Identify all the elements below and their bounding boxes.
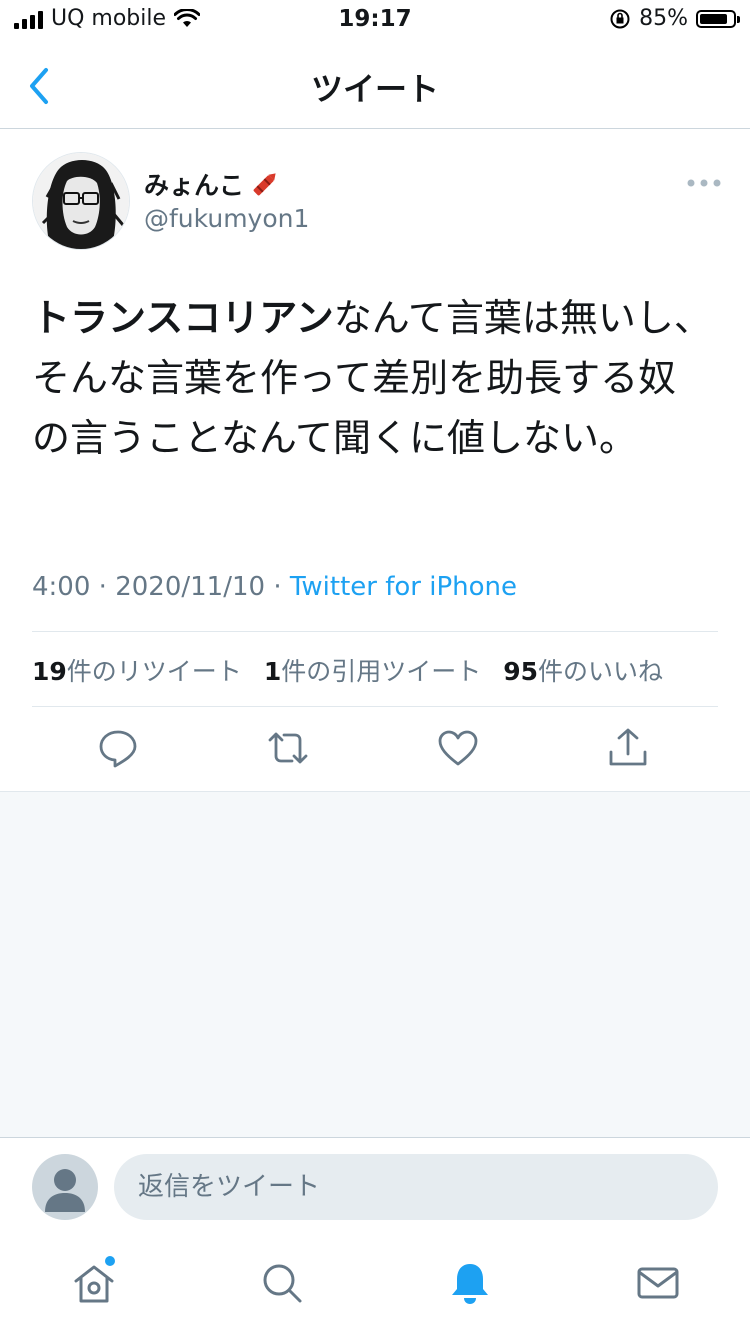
tweet-time: 4:00 — [32, 572, 91, 602]
likes-label: 件のいいね — [538, 657, 664, 686]
home-icon[interactable] — [70, 1259, 118, 1307]
quotes-label: 件の引用ツイート — [281, 657, 482, 686]
likes-stat[interactable]: 95件のいいね — [503, 652, 663, 688]
tweet-stats: 19件のリツイート 1件の引用ツイート 95件のいいね — [32, 652, 663, 688]
share-icon[interactable] — [606, 726, 650, 770]
divider — [32, 706, 718, 707]
retweet-icon[interactable] — [266, 726, 310, 770]
author-handle: @fukumyon1 — [144, 204, 310, 233]
more-icon[interactable] — [686, 178, 722, 188]
reply-icon[interactable] — [96, 726, 140, 770]
tweet-meta: 4:00 · 2020/11/10 · Twitter for iPhone — [32, 572, 517, 602]
new-activity-dot — [105, 1256, 115, 1266]
quotes-count: 1 — [263, 657, 282, 686]
tweet-text: トランスコリアンなんて言葉は無いし、そんな言葉を作って差別を助長する奴の言うこと… — [32, 288, 712, 468]
tweet-actions — [0, 726, 750, 790]
tweet-author: みょんこ @fukumyon1 — [32, 152, 722, 252]
reply-input[interactable]: 返信をツイート — [114, 1154, 718, 1220]
retweets-stat[interactable]: 19件のリツイート — [32, 652, 242, 688]
reply-bar: 返信をツイート — [0, 1137, 750, 1238]
divider — [32, 631, 718, 632]
battery-icon — [696, 9, 740, 28]
likes-count: 95 — [503, 657, 539, 686]
page-title: ツイート — [310, 70, 439, 108]
author-name[interactable]: みょんこ — [144, 166, 282, 202]
status-right: 85% — [609, 6, 740, 31]
nav-bar: ツイート — [0, 42, 750, 129]
battery-percent: 85% — [639, 6, 688, 31]
tweet-date: 2020/11/10 — [115, 572, 266, 602]
retweets-label: 件のリツイート — [66, 657, 242, 686]
meta-separator: · — [98, 572, 107, 602]
heart-icon[interactable] — [436, 726, 480, 770]
meta-separator: · — [273, 572, 282, 602]
tweet-client-link[interactable]: Twitter for iPhone — [290, 572, 517, 602]
tab-bar — [0, 1237, 750, 1334]
avatar[interactable] — [32, 1154, 98, 1220]
rotation-lock-icon — [610, 9, 630, 28]
replies-area — [0, 791, 750, 1138]
crayon-icon — [253, 173, 276, 196]
author-name-text: みょんこ — [144, 171, 245, 200]
search-icon[interactable] — [258, 1259, 306, 1307]
quotes-stat[interactable]: 1件の引用ツイート — [264, 652, 481, 688]
tweet-text-bold: トランスコリアン — [32, 296, 334, 340]
mail-icon[interactable] — [634, 1259, 682, 1307]
status-bar: UQ mobile 19:17 85% — [0, 0, 750, 42]
retweets-count: 19 — [32, 657, 67, 686]
avatar[interactable] — [32, 152, 130, 250]
bell-icon[interactable] — [446, 1259, 494, 1307]
